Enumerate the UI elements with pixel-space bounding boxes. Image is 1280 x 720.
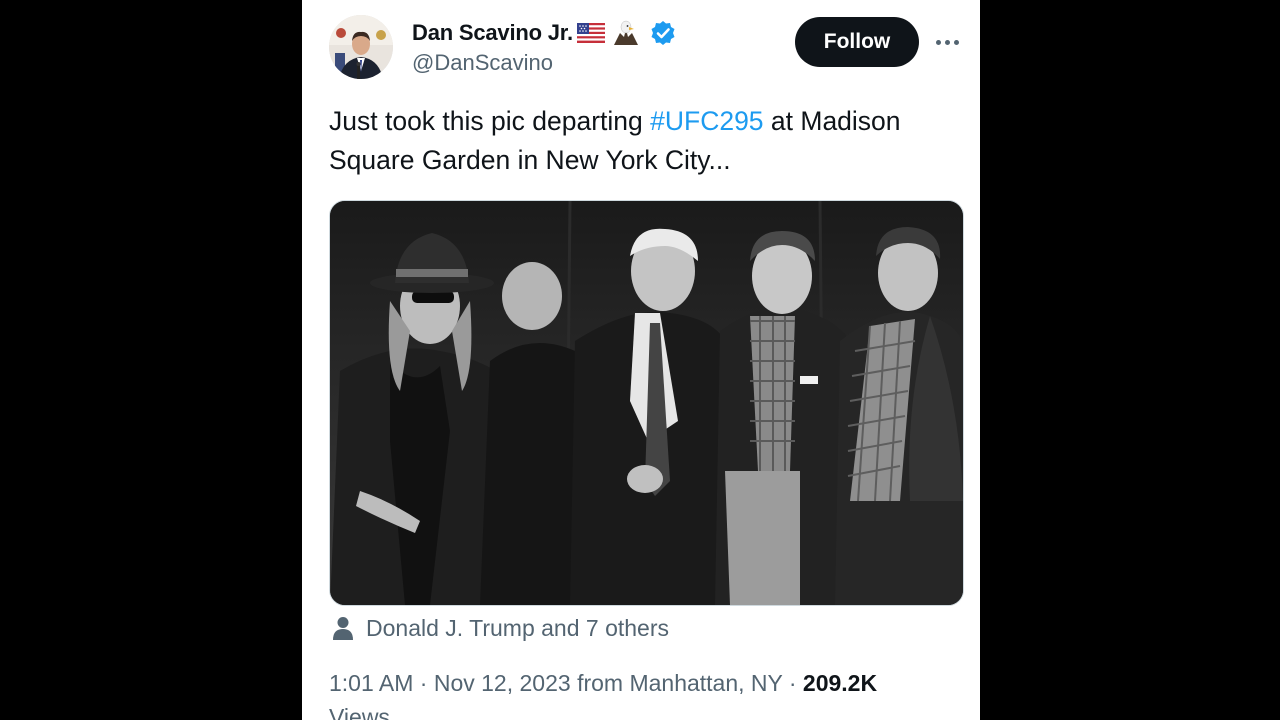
us-flag-icon bbox=[576, 23, 605, 43]
views-count: 209.2K bbox=[802, 670, 878, 696]
tweet-time[interactable]: 1:01 AM bbox=[329, 670, 413, 696]
eagle-icon bbox=[612, 19, 640, 47]
verified-badge-icon bbox=[649, 19, 677, 47]
meta-separator: · bbox=[788, 670, 797, 696]
follow-button[interactable]: Follow bbox=[795, 17, 919, 67]
avatar-photo bbox=[329, 15, 393, 79]
tweet-card: Dan Scavino Jr. @DanScavino Follow Just … bbox=[302, 0, 980, 720]
more-options-icon[interactable] bbox=[930, 28, 964, 56]
views-label: Views bbox=[329, 704, 390, 720]
tweet-text: Just took this pic departing #UFC295 at … bbox=[329, 102, 959, 180]
hashtag-link[interactable]: #UFC295 bbox=[650, 106, 763, 136]
group-photo bbox=[330, 201, 963, 605]
tagged-people-text[interactable]: Donald J. Trump and 7 others bbox=[366, 615, 669, 642]
tweet-location: from Manhattan, NY bbox=[577, 670, 783, 696]
author-handle[interactable]: @DanScavino bbox=[412, 50, 553, 76]
tweet-photo[interactable] bbox=[329, 200, 964, 606]
more-dot bbox=[935, 39, 941, 45]
tagged-people[interactable]: Donald J. Trump and 7 others bbox=[332, 612, 669, 644]
person-icon bbox=[333, 617, 353, 640]
tweet-date[interactable]: Nov 12, 2023 bbox=[434, 670, 571, 696]
author-name-row[interactable]: Dan Scavino Jr. bbox=[412, 16, 677, 50]
more-dot bbox=[953, 39, 959, 45]
avatar[interactable] bbox=[329, 15, 393, 79]
more-dot bbox=[944, 39, 950, 45]
tweet-meta: 1:01 AM · Nov 12, 2023 from Manhattan, N… bbox=[329, 670, 877, 697]
meta-separator: · bbox=[419, 670, 428, 696]
author-display-name[interactable]: Dan Scavino Jr. bbox=[412, 20, 573, 46]
tweet-text-part1: Just took this pic departing bbox=[329, 106, 651, 136]
